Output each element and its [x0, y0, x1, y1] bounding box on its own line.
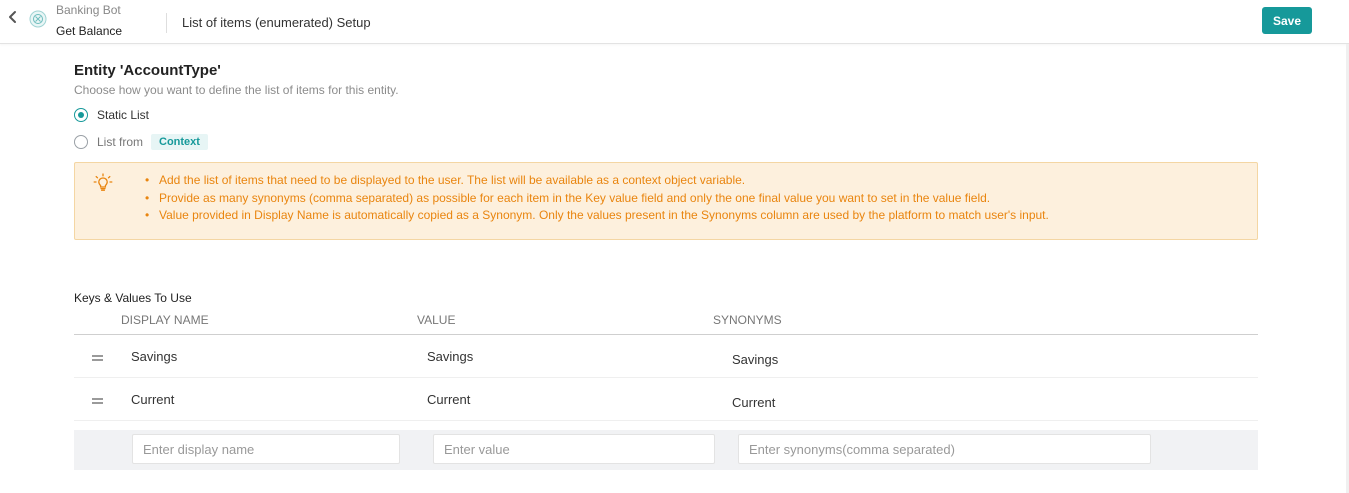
context-tag[interactable]: Context: [151, 134, 208, 150]
column-header-value: VALUE: [417, 313, 456, 327]
page-title: List of items (enumerated) Setup: [182, 15, 371, 30]
entity-subtitle: Choose how you want to define the list o…: [74, 83, 399, 97]
list-from-radio[interactable]: [74, 135, 88, 149]
back-arrow-icon[interactable]: [6, 9, 20, 25]
bot-logo-icon: [29, 10, 47, 28]
display-name-input[interactable]: [132, 434, 400, 464]
top-header: Banking Bot Get Balance List of items (e…: [0, 0, 1349, 44]
synonyms-input[interactable]: [738, 434, 1151, 464]
static-list-label: Static List: [97, 108, 150, 122]
cell-display-name[interactable]: Savings: [131, 349, 177, 364]
info-panel: Add the list of items that need to be di…: [74, 162, 1258, 240]
cell-synonyms[interactable]: Current: [732, 395, 775, 410]
column-header-display-name: DISPLAY NAME: [121, 313, 209, 327]
cell-display-name[interactable]: Current: [131, 392, 174, 407]
option-list-from[interactable]: List from Context: [74, 133, 208, 151]
column-header-synonyms: SYNONYMS: [713, 313, 782, 327]
header-divider: [166, 13, 167, 33]
drag-handle-icon[interactable]: [92, 398, 103, 404]
info-list: Add the list of items that need to be di…: [145, 172, 1049, 225]
table-row[interactable]: Current Current Current: [74, 378, 1258, 421]
bot-name: Banking Bot: [56, 3, 121, 17]
info-item: Provide as many synonyms (comma separate…: [145, 190, 1049, 208]
value-input[interactable]: [433, 434, 715, 464]
info-item: Add the list of items that need to be di…: [145, 172, 1049, 190]
static-list-radio[interactable]: [74, 108, 88, 122]
cell-value[interactable]: Current: [427, 392, 470, 407]
entity-title: Entity 'AccountType': [74, 62, 221, 79]
lightbulb-icon: [93, 173, 113, 191]
cell-value[interactable]: Savings: [427, 349, 473, 364]
list-from-label: List from: [97, 135, 144, 149]
table-row[interactable]: Savings Savings Savings: [74, 335, 1258, 378]
new-item-row: [74, 430, 1258, 470]
cell-synonyms[interactable]: Savings: [732, 352, 778, 367]
keys-values-title: Keys & Values To Use: [74, 291, 192, 305]
drag-handle-icon[interactable]: [92, 355, 103, 361]
option-static-list[interactable]: Static List: [74, 106, 149, 124]
info-item: Value provided in Display Name is automa…: [145, 207, 1049, 225]
task-name: Get Balance: [56, 24, 123, 38]
save-button[interactable]: Save: [1262, 7, 1312, 34]
